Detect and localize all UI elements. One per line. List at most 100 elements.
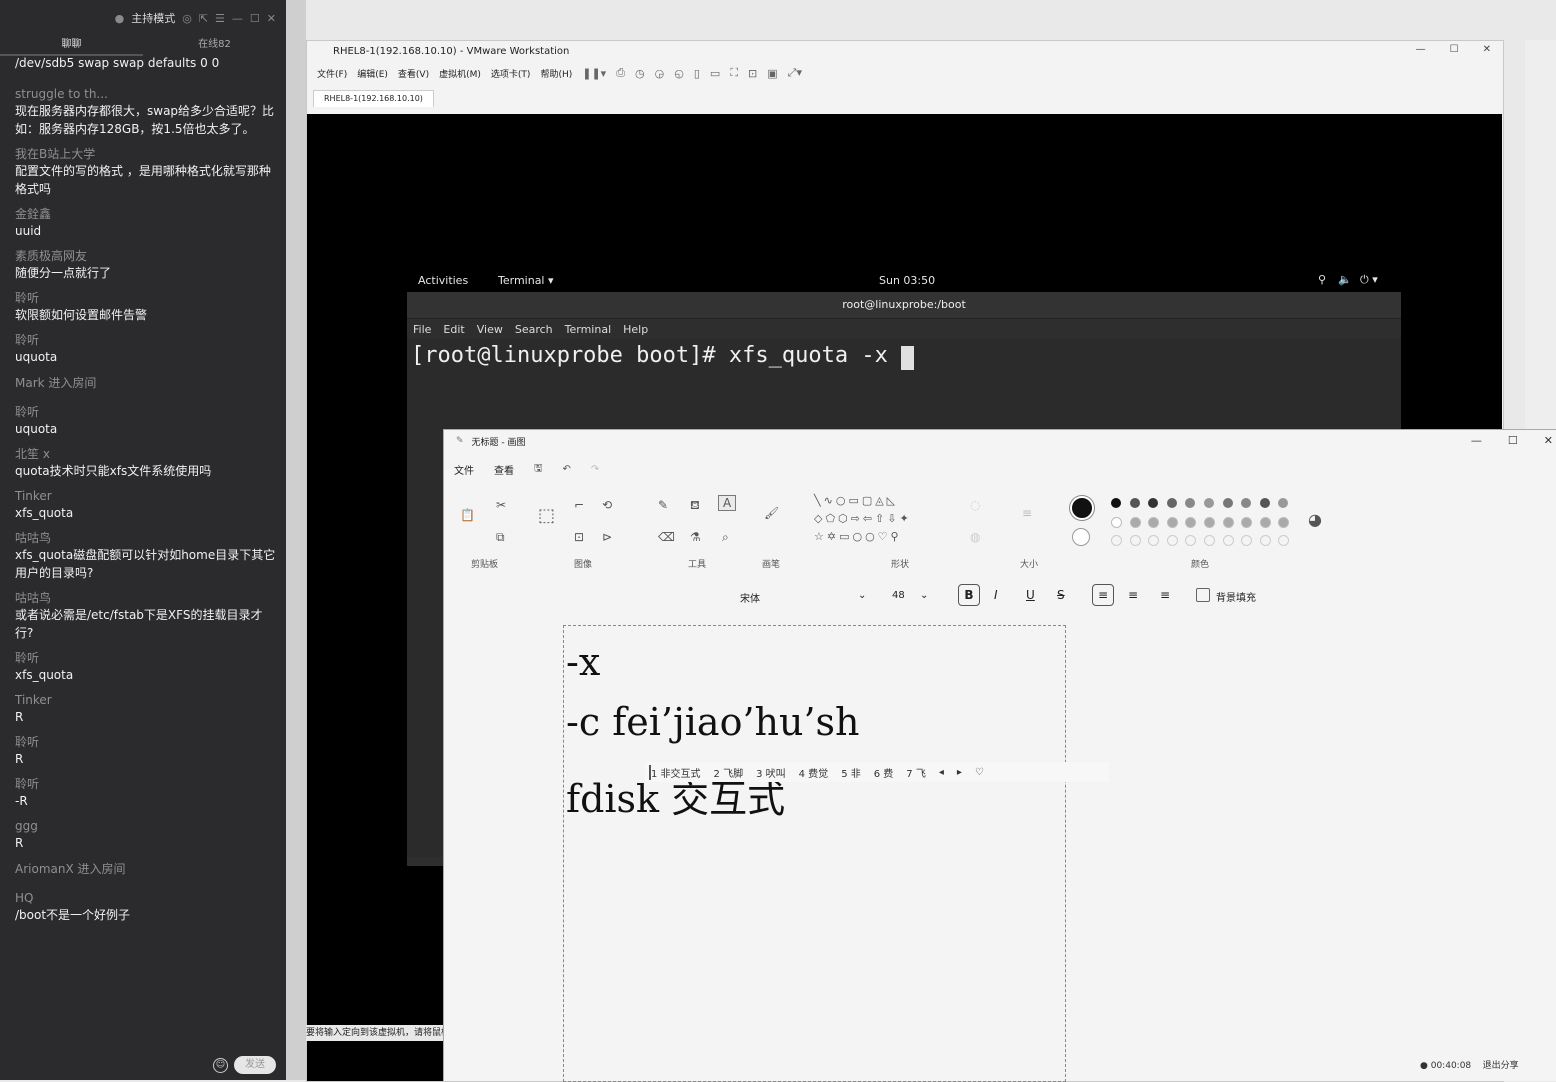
- color-swatch[interactable]: [1204, 498, 1214, 508]
- color-swatch[interactable]: [1148, 535, 1160, 546]
- message-username[interactable]: 咕咕鸟: [15, 590, 278, 606]
- color-swatch[interactable]: [1166, 516, 1178, 528]
- color-swatch[interactable]: [1241, 516, 1253, 528]
- color-swatch[interactable]: [1241, 535, 1253, 546]
- activities-button[interactable]: Activities: [418, 274, 468, 287]
- message-username[interactable]: 聆听: [15, 776, 278, 792]
- message-username[interactable]: Tinker: [15, 488, 278, 504]
- strikethrough-button[interactable]: S: [1057, 588, 1065, 602]
- brush-icon[interactable]: 🖌: [764, 506, 779, 520]
- power-icon[interactable]: ⏻ ▾: [1360, 273, 1378, 287]
- color2-swatch[interactable]: [1072, 528, 1090, 546]
- terminal-icon[interactable]: ▣: [767, 67, 777, 80]
- message-username[interactable]: ggg: [15, 818, 278, 834]
- font-family-select[interactable]: 宋体: [740, 590, 760, 605]
- ime-settings-icon[interactable]: ♡: [975, 767, 984, 778]
- color-swatch[interactable]: [1278, 516, 1290, 528]
- color-swatch[interactable]: [1185, 498, 1196, 508]
- bg-fill-checkbox[interactable]: [1196, 588, 1210, 602]
- maximize-icon[interactable]: ☐: [250, 12, 260, 25]
- color-swatch[interactable]: [1204, 535, 1215, 546]
- library-icon[interactable]: ▯: [694, 67, 700, 80]
- color-swatch[interactable]: [1148, 516, 1160, 528]
- pencil-icon[interactable]: ✎: [658, 498, 668, 512]
- resize-icon[interactable]: ⊡: [574, 530, 584, 544]
- message-username[interactable]: 素质极高网友: [15, 248, 278, 264]
- size-icon[interactable]: ≡: [1022, 506, 1032, 520]
- pause-icon[interactable]: ❚❚▾: [582, 67, 606, 80]
- next-page-icon[interactable]: ▸: [957, 767, 962, 778]
- chevron-down-icon[interactable]: ⌄: [920, 590, 928, 601]
- send-keys-icon[interactable]: ⎙: [616, 66, 625, 80]
- align-center-button[interactable]: ≡: [1128, 588, 1138, 602]
- maximize-icon[interactable]: ☐: [1508, 434, 1518, 447]
- paste-icon[interactable]: 📋: [460, 508, 475, 522]
- network-icon[interactable]: ⚲: [1318, 273, 1326, 286]
- snapshot-manager-icon[interactable]: ◵: [674, 67, 684, 80]
- magnifier-icon[interactable]: ⌕: [722, 530, 729, 545]
- menu-vm[interactable]: 虚拟机(M): [439, 67, 481, 80]
- color-swatch[interactable]: [1259, 498, 1270, 508]
- align-left-button[interactable]: ≡: [1092, 584, 1114, 606]
- emoji-icon[interactable]: ☺: [213, 1057, 228, 1073]
- tab-chat[interactable]: 聊聊: [0, 36, 143, 56]
- fill-icon[interactable]: ⛾: [690, 498, 700, 514]
- color-swatch[interactable]: [1166, 498, 1177, 508]
- underline-button[interactable]: U: [1026, 588, 1035, 602]
- clock[interactable]: Sun 03:50: [879, 274, 935, 287]
- message-username[interactable]: 我在B站上大学: [15, 146, 278, 162]
- cut-icon[interactable]: ✂: [496, 498, 506, 512]
- color1-swatch[interactable]: [1070, 496, 1094, 520]
- bold-button[interactable]: B: [958, 584, 980, 606]
- redo-icon[interactable]: ↷: [591, 464, 599, 475]
- crop-icon[interactable]: ⌐: [574, 498, 584, 512]
- color-swatch[interactable]: [1129, 498, 1140, 508]
- message-username[interactable]: 聆听: [15, 290, 278, 306]
- chevron-down-icon[interactable]: ⌄: [858, 590, 866, 601]
- color-swatch[interactable]: [1222, 498, 1233, 508]
- color-swatch[interactable]: [1185, 535, 1197, 546]
- edit-colors-icon[interactable]: ◕: [1308, 510, 1322, 529]
- close-icon[interactable]: ✕: [1483, 44, 1491, 55]
- snapshot-restore-icon[interactable]: ◶: [655, 67, 665, 80]
- popout-icon[interactable]: ⇱: [199, 12, 208, 25]
- paint-menu-file[interactable]: 文件: [454, 462, 474, 477]
- prev-page-icon[interactable]: ◂: [939, 767, 944, 778]
- color-swatch[interactable]: [1222, 535, 1234, 546]
- message-username[interactable]: struggle to th...: [15, 86, 278, 102]
- color-swatch[interactable]: [1185, 516, 1197, 528]
- color-swatch[interactable]: [1278, 498, 1289, 508]
- message-username[interactable]: 聆听: [15, 404, 278, 420]
- ime-candidate[interactable]: 5 非: [841, 765, 861, 780]
- tab-online[interactable]: 在线82: [143, 36, 286, 56]
- text-tool-icon[interactable]: A: [718, 495, 737, 511]
- terminal-app-menu[interactable]: Terminal ▾: [498, 274, 554, 287]
- shape-fill-icon[interactable]: ◍: [970, 530, 980, 544]
- settings-icon[interactable]: ◎: [182, 12, 192, 25]
- outline-icon[interactable]: ◌: [970, 498, 980, 512]
- snapshot-icon[interactable]: ◷: [635, 67, 645, 80]
- color-swatch[interactable]: [1129, 516, 1141, 528]
- color-swatch[interactable]: [1222, 516, 1234, 528]
- minimize-icon[interactable]: —: [1416, 44, 1426, 55]
- minimize-icon[interactable]: —: [232, 12, 243, 25]
- unity-icon[interactable]: ⊡: [748, 67, 757, 80]
- color-swatch[interactable]: [1259, 516, 1271, 528]
- terminal-menu-terminal[interactable]: Terminal: [565, 323, 612, 336]
- flip-icon[interactable]: ⊳: [602, 530, 612, 544]
- undo-icon[interactable]: ↶: [563, 464, 571, 475]
- color-swatch[interactable]: [1129, 535, 1141, 546]
- paint-canvas[interactable]: [563, 625, 1066, 1082]
- font-size-select[interactable]: 48: [892, 590, 905, 601]
- close-icon[interactable]: ✕: [267, 12, 276, 25]
- shapes-row-3[interactable]: ☆✡▭○○♡⚲: [814, 530, 902, 543]
- ime-candidate[interactable]: 7 飞: [906, 765, 926, 780]
- close-icon[interactable]: ✕: [1544, 434, 1553, 447]
- stretch-icon[interactable]: ⤢▾: [788, 66, 802, 80]
- color-swatch[interactable]: [1204, 516, 1215, 528]
- align-right-button[interactable]: ≡: [1160, 588, 1170, 602]
- ime-candidate[interactable]: 4 费觉: [799, 765, 829, 780]
- color-swatch[interactable]: [1241, 498, 1252, 508]
- select-icon[interactable]: ⬚: [538, 505, 555, 526]
- color-swatch[interactable]: [1278, 535, 1290, 546]
